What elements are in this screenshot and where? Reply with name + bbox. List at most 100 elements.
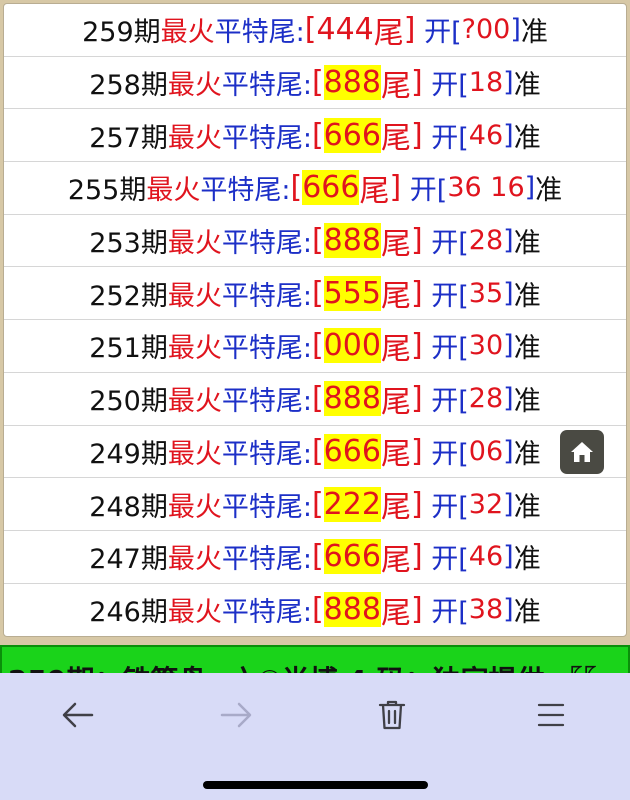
open-bracket: [ — [311, 275, 324, 311]
result-close: ] — [510, 14, 521, 46]
label-hottest: 最火 — [167, 597, 222, 629]
result-close: ] — [524, 172, 536, 204]
tail-char: 尾 — [380, 279, 411, 315]
menu-button[interactable] — [527, 693, 575, 737]
close-bracket: ] — [410, 433, 423, 469]
open-result-label: 开[ — [431, 280, 469, 312]
tail-char: 尾 — [380, 384, 411, 420]
delete-button[interactable] — [368, 693, 416, 737]
issue-number: 258期 — [89, 70, 168, 102]
close-bracket: ] — [410, 592, 423, 628]
open-result: 28 — [468, 225, 504, 257]
open-result-label: 开[ — [431, 70, 469, 102]
label-hottest: 最火 — [146, 175, 201, 207]
arrow-left-icon — [62, 702, 94, 728]
table-row: 251期 最火 平特尾:[000 尾] 开[30] 准 — [4, 320, 626, 373]
result-close: ] — [503, 541, 514, 573]
accurate-label: 准 — [535, 175, 563, 207]
trash-icon — [378, 700, 406, 730]
label-hottest: 最火 — [167, 491, 222, 523]
accurate-label: 准 — [513, 333, 541, 365]
tail-char: 尾 — [380, 437, 411, 473]
table-row: 247期 最火 平特尾:[666 尾] 开[46] 准 — [4, 531, 626, 584]
open-result-label: 开[ — [431, 491, 469, 523]
table-row: 248期 最火 平特尾:[222 尾] 开[32] 准 — [4, 478, 626, 531]
tail-numbers: 888 — [323, 65, 381, 101]
accurate-label: 准 — [513, 438, 541, 470]
forward-button[interactable] — [212, 693, 260, 737]
tail-numbers: 666 — [323, 539, 381, 575]
back-button[interactable] — [54, 693, 102, 737]
close-bracket: ] — [410, 381, 423, 417]
open-result: 32 — [468, 488, 504, 520]
label-hottest: 最火 — [167, 333, 222, 365]
result-close: ] — [503, 277, 514, 309]
issue-number: 255期 — [67, 175, 147, 207]
open-bracket: [ — [311, 65, 324, 101]
tail-char: 尾 — [380, 542, 411, 578]
tail-char: 尾 — [380, 490, 411, 526]
close-bracket: ] — [410, 117, 423, 153]
open-result: 35 — [468, 277, 504, 309]
accurate-label: 准 — [513, 228, 541, 260]
result-close: ] — [503, 594, 514, 626]
table-row: 250期 最火 平特尾:[888 尾] 开[28] 准 — [4, 373, 626, 426]
result-close: ] — [503, 225, 514, 257]
label-hottest: 最火 — [167, 228, 222, 260]
issue-number: 247期 — [89, 544, 168, 576]
open-result: 46 — [468, 119, 504, 151]
accurate-label: 准 — [513, 280, 541, 312]
open-result-label: 开[ — [431, 597, 469, 629]
label-hottest: 最火 — [167, 544, 222, 576]
accurate-label: 准 — [513, 70, 541, 102]
results-table: 259期 最火 平特尾:[444 尾] 开[?00] 准 258期 最火 平特尾:[888 尾… — [3, 3, 627, 637]
arrow-right-icon — [220, 702, 252, 728]
close-bracket: ] — [389, 170, 402, 206]
close-bracket: ] — [410, 328, 423, 364]
close-bracket: ] — [410, 539, 423, 575]
label-tail: 平特尾: — [214, 17, 305, 49]
open-result-label: 开[ — [409, 175, 448, 207]
close-bracket: ] — [410, 223, 423, 259]
open-result: 28 — [468, 383, 504, 415]
accurate-label: 准 — [520, 17, 548, 49]
label-hottest: 最火 — [167, 386, 222, 418]
result-close: ] — [503, 67, 514, 99]
open-bracket: [ — [311, 117, 324, 153]
tail-char: 尾 — [380, 595, 411, 631]
open-bracket: [ — [304, 12, 317, 48]
issue-number: 259期 — [82, 17, 161, 49]
tail-char: 尾 — [380, 226, 411, 262]
issue-number: 251期 — [89, 333, 168, 365]
table-row: 255期 最火 平特尾:[666 尾] 开[36 16] 准 — [4, 162, 626, 215]
result-close: ] — [503, 330, 514, 362]
open-result-label: 开[ — [431, 386, 469, 418]
label-hottest: 最火 — [167, 70, 222, 102]
tail-numbers: 555 — [323, 275, 381, 311]
result-close: ] — [503, 383, 514, 415]
label-tail: 平特尾: — [221, 122, 312, 154]
table-row: 249期 最火 平特尾:[666 尾] 开[06] 准 — [4, 426, 626, 479]
home-icon — [571, 442, 593, 462]
open-bracket: [ — [311, 328, 324, 364]
issue-number: 249期 — [89, 438, 168, 470]
home-indicator[interactable] — [203, 781, 428, 789]
tail-numbers: 000 — [323, 328, 381, 364]
accurate-label: 准 — [513, 491, 541, 523]
close-bracket: ] — [410, 486, 423, 522]
menu-icon — [537, 703, 565, 727]
home-button[interactable] — [560, 430, 604, 474]
open-result-label: 开[ — [431, 438, 469, 470]
label-tail: 平特尾: — [221, 544, 312, 576]
label-hottest: 最火 — [160, 17, 215, 49]
close-bracket: ] — [410, 65, 423, 101]
table-row: 252期 最火 平特尾:[555 尾] 开[35] 准 — [4, 267, 626, 321]
table-row: 257期 最火 平特尾:[666 尾] 开[46] 准 — [4, 109, 626, 163]
label-tail: 平特尾: — [221, 333, 312, 365]
open-bracket: [ — [311, 381, 324, 417]
open-bracket: [ — [311, 539, 324, 575]
tail-char: 尾 — [380, 121, 411, 157]
tail-char: 尾 — [373, 15, 404, 51]
label-tail: 平特尾: — [221, 70, 312, 102]
open-result-label: 开[ — [424, 17, 462, 49]
